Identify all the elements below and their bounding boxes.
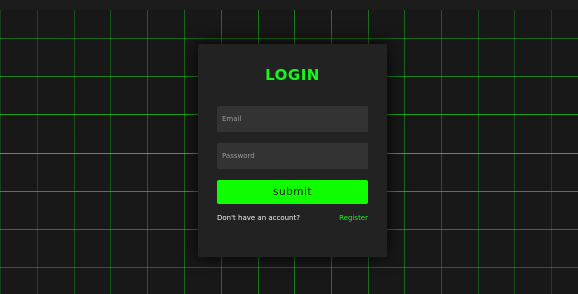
- email-field[interactable]: [217, 106, 368, 132]
- password-field[interactable]: [217, 143, 368, 169]
- top-strip: [0, 0, 578, 10]
- register-prompt: Don't have an account? Register: [217, 214, 368, 226]
- no-account-text: Don't have an account?: [217, 214, 300, 222]
- login-card: LOGIN submit Don't have an account? Regi…: [198, 44, 387, 257]
- login-title: LOGIN: [265, 66, 320, 84]
- submit-button[interactable]: submit: [217, 180, 368, 204]
- register-link[interactable]: Register: [339, 214, 368, 222]
